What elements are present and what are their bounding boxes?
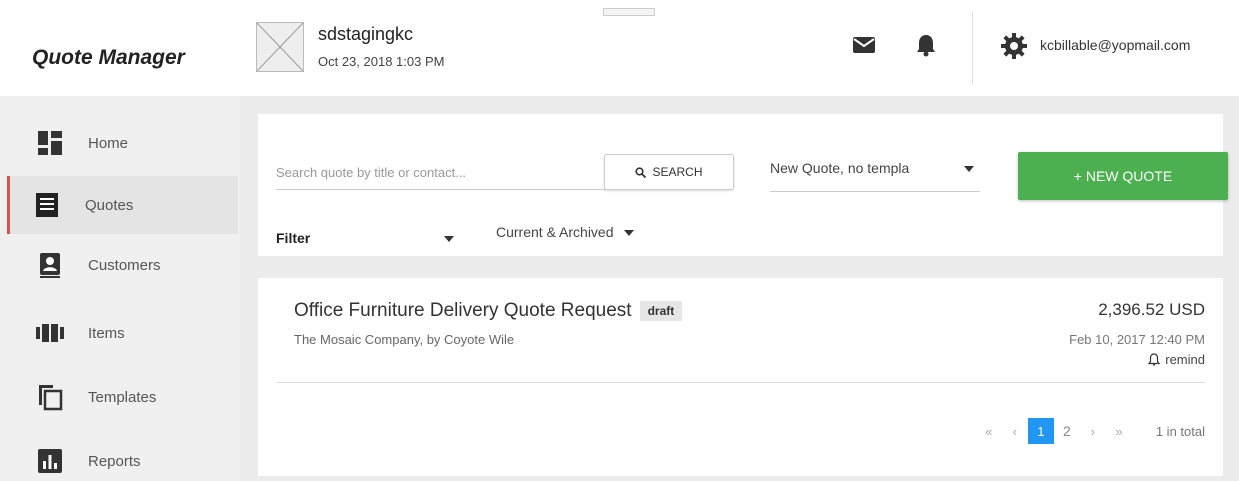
last-page-button[interactable]: » bbox=[1106, 418, 1132, 444]
customers-icon bbox=[36, 251, 64, 279]
sidebar-item-quotes[interactable]: Quotes bbox=[7, 176, 238, 234]
archive-select-value: Current & Archived bbox=[496, 224, 614, 240]
main-content: SEARCH New Quote, no templa + NEW QUOTE … bbox=[240, 96, 1239, 481]
filter-panel: SEARCH New Quote, no templa + NEW QUOTE … bbox=[258, 114, 1228, 256]
mail-icon[interactable] bbox=[852, 33, 876, 57]
chevron-down-icon bbox=[444, 236, 454, 242]
archive-select[interactable]: Current & Archived bbox=[496, 224, 634, 240]
remind-label: remind bbox=[1165, 352, 1205, 367]
template-select[interactable]: New Quote, no templa bbox=[770, 160, 980, 192]
sidebar-item-label: Quotes bbox=[85, 196, 134, 214]
header-divider bbox=[972, 12, 973, 84]
quotes-list-icon bbox=[33, 191, 61, 219]
search-input[interactable] bbox=[276, 156, 606, 190]
search-button[interactable]: SEARCH bbox=[604, 154, 734, 190]
org-name: sdstagingkc bbox=[318, 24, 414, 44]
gear-icon[interactable] bbox=[1000, 32, 1028, 60]
sidebar-item-label: Reports bbox=[88, 452, 141, 470]
filter-dropdown[interactable] bbox=[444, 230, 454, 242]
home-grid-icon bbox=[36, 129, 64, 157]
prev-page-button[interactable]: ‹ bbox=[1002, 418, 1028, 444]
reports-icon bbox=[36, 447, 64, 475]
template-select-value: New Quote, no templa bbox=[770, 160, 910, 176]
total-count: 1 in total bbox=[1155, 423, 1205, 439]
page-button-2[interactable]: 2 bbox=[1054, 418, 1080, 444]
top-drag-tab[interactable] bbox=[603, 8, 655, 16]
sidebar-item-reports[interactable]: Reports bbox=[10, 432, 238, 481]
sidebar-item-home[interactable]: Home bbox=[10, 114, 238, 172]
filter-label: Filter bbox=[276, 230, 311, 246]
templates-icon bbox=[36, 383, 64, 411]
sidebar-item-customers[interactable]: Customers bbox=[10, 236, 238, 294]
sidebar-item-label: Home bbox=[88, 134, 129, 152]
sidebar-item-items[interactable]: Items bbox=[10, 304, 238, 362]
chevron-down-icon bbox=[623, 230, 634, 236]
page-button-1[interactable]: 1 bbox=[1027, 418, 1054, 444]
search-icon bbox=[635, 166, 647, 178]
org-date: Oct 23, 2018 1:03 PM bbox=[318, 54, 445, 69]
quote-amount: 2,396.52 USD bbox=[1098, 300, 1205, 319]
sidebar-item-label: Items bbox=[88, 324, 125, 342]
app-brand[interactable]: Quote Manager bbox=[32, 46, 185, 70]
quote-row-title[interactable]: Office Furniture Delivery Quote Request … bbox=[294, 300, 683, 322]
row-divider bbox=[276, 382, 1205, 383]
quote-customer: The Mosaic Company, by Coyote Wile bbox=[294, 332, 515, 347]
bell-outline-icon bbox=[1148, 353, 1161, 366]
items-icon bbox=[36, 319, 64, 347]
remind-link[interactable]: remind bbox=[1148, 352, 1205, 367]
org-logo-placeholder bbox=[256, 22, 304, 72]
quote-title[interactable]: Office Furniture Delivery Quote Request bbox=[294, 300, 632, 322]
chevron-down-icon bbox=[964, 166, 974, 172]
app-header: Quote Manager sdstagingkc Oct 23, 2018 1… bbox=[0, 0, 1239, 88]
next-page-button[interactable]: › bbox=[1080, 418, 1106, 444]
sidebar-item-label: Customers bbox=[88, 256, 161, 274]
quote-date: Feb 10, 2017 12:40 PM bbox=[1069, 332, 1205, 347]
user-email[interactable]: kcbillable@yopmail.com bbox=[1040, 37, 1190, 53]
new-quote-button[interactable]: + NEW QUOTE bbox=[1018, 152, 1228, 200]
first-page-button[interactable]: « bbox=[976, 418, 1002, 444]
search-button-label: SEARCH bbox=[652, 165, 703, 179]
sidebar-item-templates[interactable]: Templates bbox=[10, 368, 238, 426]
results-panel: Office Furniture Delivery Quote Request … bbox=[258, 278, 1223, 476]
sidebar-item-label: Templates bbox=[88, 388, 157, 406]
status-badge: draft bbox=[639, 301, 683, 321]
sidebar: Home Quotes Customers Items Templates Re… bbox=[0, 96, 240, 481]
bell-icon[interactable] bbox=[914, 33, 938, 57]
pagination: « ‹ 1 2 › » 1 in total bbox=[976, 418, 1205, 444]
